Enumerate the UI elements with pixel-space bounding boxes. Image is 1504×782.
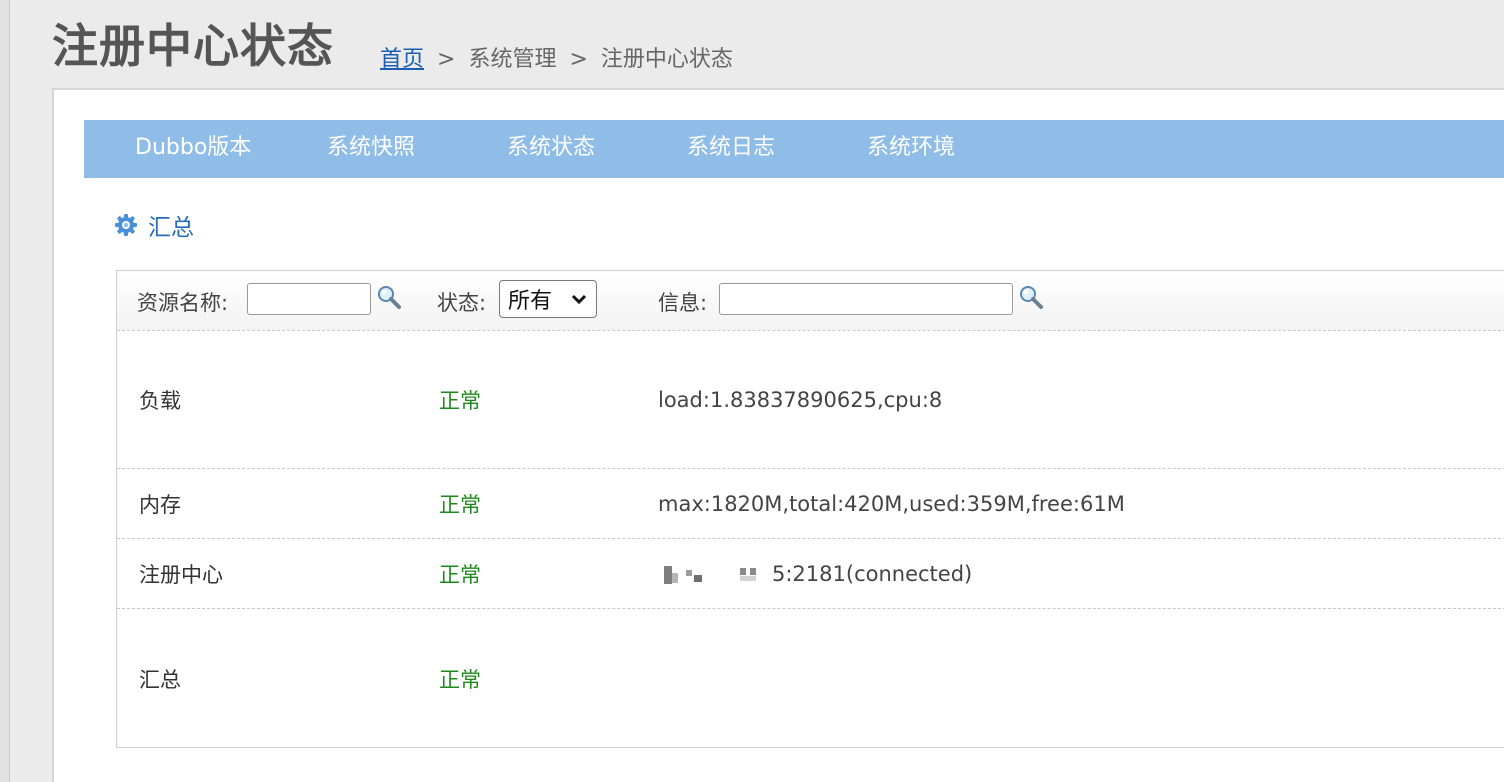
page-title: 注册中心状态 (52, 19, 334, 73)
gear-icon (115, 214, 137, 236)
row-name: 注册中心 (139, 562, 223, 587)
row-status: 正常 (439, 562, 481, 587)
search-icon[interactable] (375, 283, 403, 311)
table-row: 负载 正常 load:1.83837890625,cpu:8 (117, 331, 1504, 469)
row-info: load:1.83837890625,cpu:8 (658, 387, 943, 412)
status-filter-label: 状态: (437, 291, 487, 315)
breadcrumb-separator: > (437, 47, 456, 72)
table-row: 注册中心 正常 5:2181(connected) (117, 539, 1504, 609)
row-status: 正常 (439, 492, 481, 517)
section-title: 汇总 (148, 215, 194, 241)
tab-bar: Dubbo版本 系统快照 系统状态 系统日志 系统环境 (84, 120, 1504, 178)
row-name: 汇总 (139, 668, 181, 692)
window-left-edge (0, 0, 10, 782)
resource-name-input[interactable] (247, 283, 371, 315)
row-name: 负载 (139, 388, 181, 413)
search-icon[interactable] (1017, 283, 1045, 311)
row-status: 正常 (439, 668, 481, 692)
info-input[interactable] (719, 283, 1013, 315)
status-select-value: 所有 (508, 289, 553, 314)
filter-row: 资源名称: 状态: 所有 信息: (117, 271, 1504, 331)
status-select[interactable]: 所有 (499, 280, 597, 318)
tab-dubbo-version[interactable]: Dubbo版本 (135, 120, 251, 178)
redacted-address-block (660, 564, 772, 586)
tab-system-log[interactable]: 系统日志 (687, 120, 775, 178)
row-info-wrapper: 5:2181(connected) (660, 562, 972, 586)
tab-system-environment[interactable]: 系统环境 (867, 120, 955, 178)
row-name: 内存 (139, 492, 181, 517)
breadcrumb: 首页 > 系统管理 > 注册中心状态 (380, 41, 733, 73)
table-row: 内存 正常 max:1820M,total:420M,used:359M,fre… (117, 469, 1504, 539)
breadcrumb-section: 系统管理 (468, 47, 557, 72)
table-row: 汇总 正常 (117, 609, 1504, 749)
tab-system-status[interactable]: 系统状态 (507, 120, 595, 178)
status-table: 资源名称: 状态: 所有 信息: 负载 正常 load:1.8383789062… (116, 270, 1504, 748)
tab-system-snapshot[interactable]: 系统快照 (327, 120, 415, 178)
row-info: 5:2181(connected) (772, 561, 973, 586)
info-filter-label: 信息: (658, 291, 708, 315)
row-status: 正常 (439, 388, 481, 413)
breadcrumb-home-link[interactable]: 首页 (380, 47, 424, 72)
breadcrumb-current: 注册中心状态 (600, 47, 733, 72)
resource-name-label: 资源名称: (137, 291, 229, 315)
breadcrumb-separator: > (569, 47, 588, 72)
content-panel: Dubbo版本 系统快照 系统状态 系统日志 系统环境 汇总 资源名称: 状态:… (52, 88, 1504, 782)
chevron-down-icon (571, 294, 587, 305)
section-header: 汇总 (114, 208, 194, 242)
row-info: max:1820M,total:420M,used:359M,free:61M (658, 491, 1125, 516)
